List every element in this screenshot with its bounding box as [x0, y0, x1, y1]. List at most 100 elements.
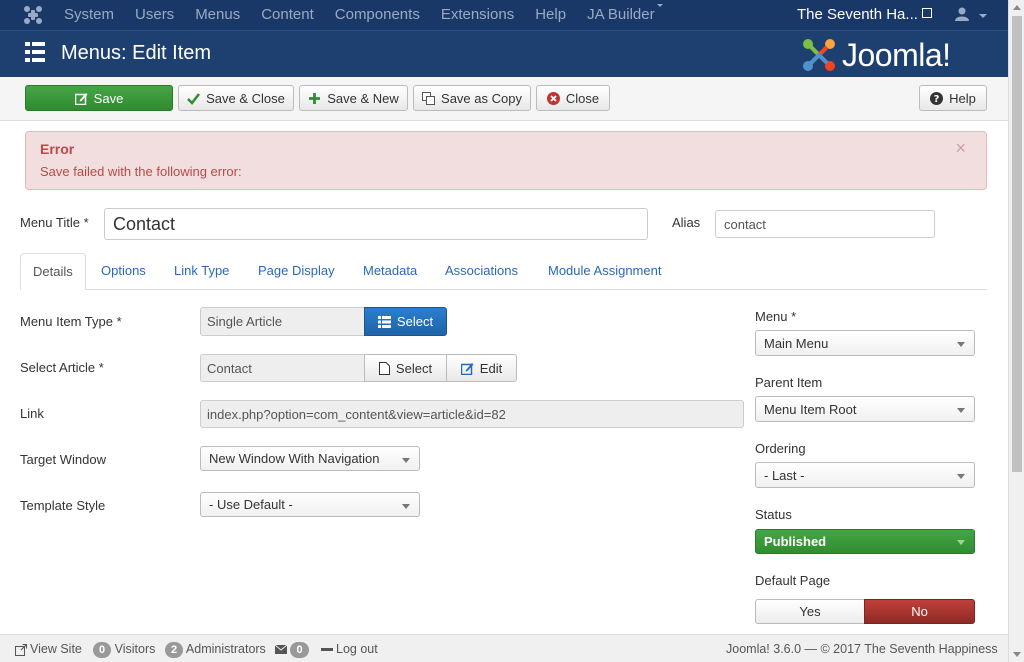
tab-module-assignment[interactable]: Module Assignment	[548, 253, 661, 290]
menu-extensions[interactable]: Extensions	[441, 0, 514, 30]
template-style-value: - Use Default -	[209, 497, 293, 512]
tab-link-type[interactable]: Link Type	[174, 253, 229, 290]
menu-ja-builder[interactable]: JA Builder	[587, 0, 663, 30]
user-icon[interactable]	[955, 7, 969, 21]
article-select-button[interactable]: Select	[364, 354, 447, 382]
menu-help[interactable]: Help	[535, 0, 566, 30]
link-field: index.php?option=com_content&view=articl…	[200, 400, 744, 428]
alias-input[interactable]: contact	[715, 210, 935, 238]
question-icon: ?	[930, 91, 944, 105]
parent-item-select[interactable]: Menu Item Root	[755, 396, 975, 422]
menu-menus[interactable]: Menus	[195, 0, 240, 30]
save-close-label: Save & Close	[206, 90, 285, 106]
status-label: Status	[755, 507, 792, 522]
menu-system[interactable]: System	[64, 0, 114, 30]
parent-item-value: Menu Item Root	[764, 401, 857, 417]
joomla-brand: Joomla!	[800, 36, 951, 74]
target-window-select[interactable]: New Window With Navigation	[200, 446, 420, 471]
external-link-icon	[921, 8, 932, 19]
tab-page-display[interactable]: Page Display	[258, 253, 335, 290]
save-new-label: Save & New	[327, 90, 399, 106]
copy-icon	[422, 91, 436, 105]
plus-icon	[309, 92, 321, 104]
default-page-yes[interactable]: Yes	[755, 599, 865, 624]
scrollbar-thumb[interactable]	[1012, 16, 1022, 472]
select-article-field: Contact	[200, 354, 365, 382]
menu-item-type-label: Menu Item Type *	[20, 314, 122, 329]
edit-icon	[74, 92, 88, 105]
save-button[interactable]: Save	[25, 85, 173, 111]
cancel-icon	[546, 91, 560, 105]
close-label: Close	[565, 90, 600, 106]
alias-label: Alias	[672, 215, 701, 230]
joomla-logo-icon[interactable]	[22, 4, 44, 26]
tab-details[interactable]: Details	[20, 253, 86, 290]
menu-item-type-select-button[interactable]: Select	[364, 307, 447, 336]
tab-options[interactable]: Options	[101, 253, 146, 290]
chevron-down-icon	[957, 342, 965, 347]
menu-select[interactable]: Main Menu	[755, 330, 975, 356]
target-window-value: New Window With Navigation	[209, 451, 380, 466]
toolbar: Save Save & Close Save & New Save as Cop…	[0, 77, 1008, 121]
chevron-down-icon	[402, 458, 410, 463]
chevron-down-icon	[957, 540, 965, 545]
administrators-badge: 2	[165, 641, 184, 658]
footer-credits: Joomla! 3.6.0 — © 2017 The Seventh Happi…	[726, 635, 998, 662]
main-menu: System Users Menus Content Components Ex…	[64, 0, 684, 30]
template-style-select[interactable]: - Use Default -	[200, 492, 420, 517]
article-edit-button[interactable]: Edit	[446, 354, 517, 382]
ordering-select[interactable]: - Last -	[755, 462, 975, 488]
chevron-down-icon	[402, 504, 410, 509]
alert-heading: Error	[40, 141, 75, 157]
menu-title-label: Menu Title *	[20, 215, 89, 230]
scroll-down-icon[interactable]	[1013, 652, 1021, 657]
view-site-label: View Site	[30, 642, 82, 656]
copyright-text: — © 2017 The Seventh Happiness	[804, 642, 998, 656]
envelope-icon	[274, 644, 288, 655]
administrators-label: Administrators	[185, 642, 266, 656]
menu-content[interactable]: Content	[261, 0, 314, 30]
status-select[interactable]: Published	[755, 529, 975, 554]
select-article-label: Select Article *	[20, 360, 104, 375]
menu-components[interactable]: Components	[335, 0, 420, 30]
logout-label: Log out	[336, 642, 378, 656]
visitors-counter: 0 Visitors	[93, 635, 155, 662]
ordering-value: - Last -	[764, 467, 805, 483]
status-value: Published	[764, 534, 827, 549]
external-link-icon	[15, 643, 27, 656]
chevron-down-icon[interactable]	[979, 14, 987, 18]
chevron-down-icon	[957, 408, 965, 413]
tab-metadata[interactable]: Metadata	[363, 253, 417, 290]
joomla-wordmark: Joomla!	[842, 36, 951, 73]
target-window-label: Target Window	[20, 452, 106, 467]
close-button[interactable]: Close	[536, 85, 610, 111]
menu-label: Menu *	[755, 309, 797, 324]
help-button[interactable]: ? Help	[919, 85, 987, 111]
tab-bar: Details Options Link Type Page Display M…	[20, 253, 987, 290]
close-icon[interactable]: ×	[955, 138, 966, 159]
status-footer: View Site 0 Visitors 2 Administrators 0 …	[0, 634, 1008, 662]
vertical-scrollbar[interactable]	[1008, 0, 1024, 662]
save-copy-label: Save as Copy	[441, 90, 522, 106]
save-close-button[interactable]: Save & Close	[178, 85, 294, 111]
view-site-link[interactable]: View Site	[15, 635, 82, 662]
tab-associations[interactable]: Associations	[445, 253, 518, 290]
messages-counter[interactable]: 0	[274, 635, 309, 662]
menu-list-icon	[25, 42, 45, 62]
menu-value: Main Menu	[764, 335, 829, 351]
default-page-label: Default Page	[755, 573, 831, 588]
check-icon	[187, 92, 201, 105]
logout-link[interactable]: Log out	[321, 635, 378, 662]
save-copy-button[interactable]: Save as Copy	[413, 85, 531, 111]
menu-users[interactable]: Users	[135, 0, 174, 30]
select-label: Select	[396, 314, 434, 329]
menu-title-input[interactable]: Contact	[104, 208, 648, 240]
scroll-up-icon[interactable]	[1013, 5, 1021, 10]
site-link[interactable]: The Seventh Ha...	[797, 0, 932, 30]
list-icon	[377, 315, 391, 328]
top-navbar: System Users Menus Content Components Ex…	[0, 0, 1008, 30]
joomla-version[interactable]: Joomla! 3.6.0	[726, 642, 801, 656]
default-page-no[interactable]: No	[864, 599, 975, 624]
article-select-label: Select	[395, 360, 433, 376]
save-new-button[interactable]: Save & New	[299, 85, 408, 111]
